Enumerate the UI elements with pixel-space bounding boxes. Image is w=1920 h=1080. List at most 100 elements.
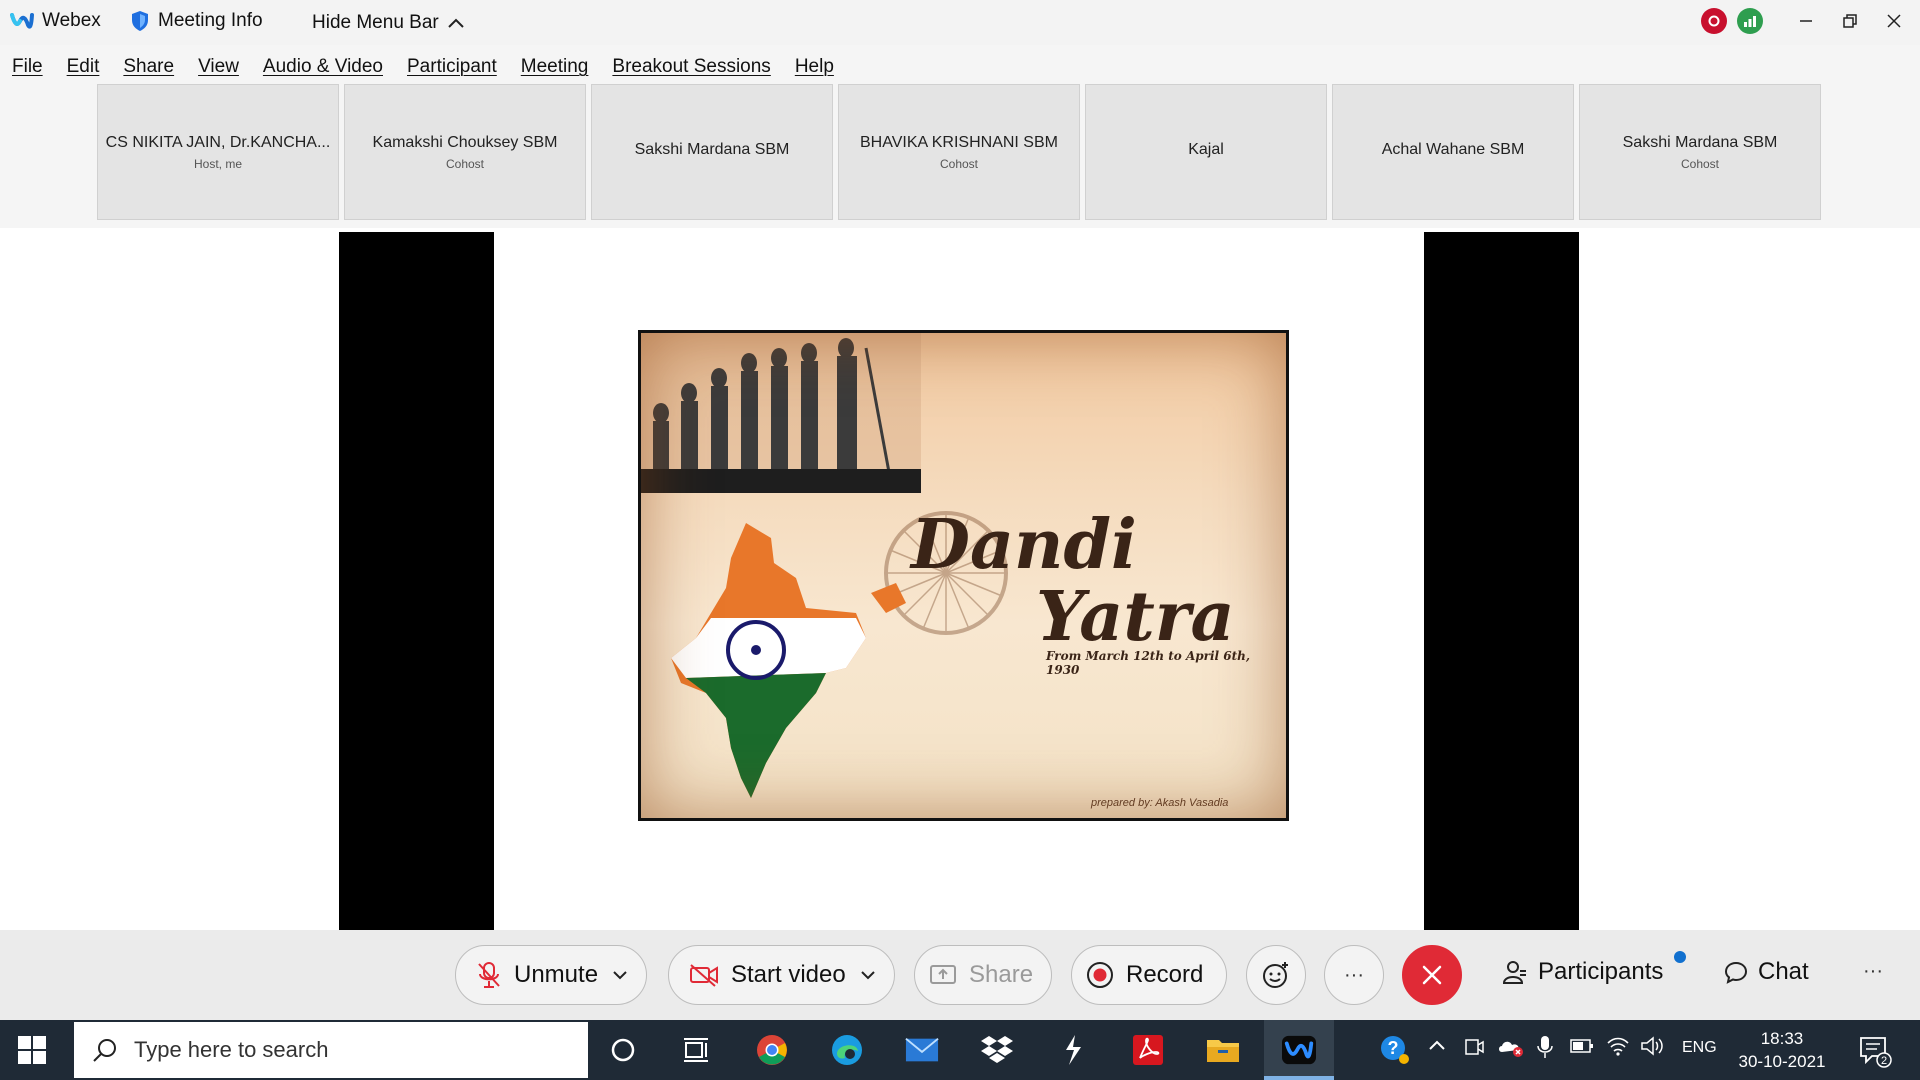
file-explorer-icon[interactable]: [1206, 1033, 1240, 1067]
windows-start-icon[interactable]: [18, 1036, 46, 1064]
minimize-icon: [1800, 20, 1812, 22]
participant-role: Cohost: [1680, 156, 1720, 171]
participant-name: Sakshi Mardana SBM: [634, 140, 790, 158]
chat-button[interactable]: Chat: [1724, 958, 1809, 986]
acrobat-reader-icon[interactable]: [1131, 1033, 1165, 1067]
more-options-button[interactable]: ···: [1324, 945, 1384, 1005]
share-label: Share: [969, 961, 1034, 988]
menu-edit[interactable]: Edit: [67, 56, 100, 78]
edge-browser-icon[interactable]: [830, 1033, 864, 1067]
unmute-button[interactable]: Unmute: [455, 945, 647, 1005]
participant-tile[interactable]: BHAVIKA KRISHNANI SBM Cohost: [838, 84, 1080, 220]
meeting-info-label: Meeting Info: [158, 10, 263, 31]
restore-button[interactable]: [1832, 6, 1868, 36]
leave-meeting-button[interactable]: [1402, 945, 1462, 1005]
menu-meeting[interactable]: Meeting: [521, 56, 589, 78]
input-language-indicator[interactable]: ENG: [1682, 1039, 1717, 1057]
task-view-icon[interactable]: [679, 1033, 713, 1067]
battery-icon[interactable]: [1570, 1038, 1594, 1059]
participants-notification-dot: [1674, 951, 1686, 963]
restore-icon: [1843, 14, 1857, 28]
participant-tile[interactable]: Achal Wahane SBM: [1332, 84, 1574, 220]
chat-bubble-icon: [1724, 961, 1748, 984]
record-label: Record: [1126, 961, 1204, 988]
onedrive-error-icon[interactable]: [1497, 1036, 1525, 1063]
content-stage: Dandi Yatra From March 12th to April 6th…: [0, 228, 1920, 930]
taskbar-search-input[interactable]: Type here to search: [74, 1022, 588, 1078]
hide-menu-bar-button[interactable]: Hide Menu Bar: [312, 12, 465, 34]
hide-menu-bar-label: Hide Menu Bar: [312, 12, 439, 33]
letterbox-right: [1424, 232, 1579, 930]
clock-time: 18:33: [1760, 1029, 1804, 1048]
webex-logo-icon: [10, 13, 34, 29]
meeting-info-button[interactable]: Meeting Info: [130, 10, 263, 32]
action-center-button[interactable]: 2: [1858, 1034, 1892, 1073]
menu-breakout-sessions[interactable]: Breakout Sessions: [612, 56, 770, 78]
start-video-button[interactable]: Start video: [668, 945, 895, 1005]
participant-role: Cohost: [939, 156, 979, 171]
meet-now-icon[interactable]: [1464, 1036, 1484, 1063]
record-button[interactable]: Record: [1071, 945, 1227, 1005]
recording-status-icon[interactable]: [1701, 8, 1727, 34]
menu-help[interactable]: Help: [795, 56, 834, 78]
start-video-label: Start video: [731, 961, 846, 988]
close-icon: [1422, 965, 1442, 985]
chat-label: Chat: [1758, 958, 1809, 985]
dropbox-icon[interactable]: [980, 1033, 1014, 1067]
participant-tile[interactable]: Sakshi Mardana SBM: [591, 84, 833, 220]
record-icon: [1087, 962, 1113, 988]
chevron-down-icon[interactable]: [612, 970, 628, 980]
shield-icon: [132, 11, 148, 31]
person-icon: [1502, 961, 1526, 984]
taskbar-clock[interactable]: 18:33 30-10-2021: [1732, 1027, 1832, 1073]
participant-role: Cohost: [445, 156, 485, 171]
participant-tile[interactable]: Sakshi Mardana SBM Cohost: [1579, 84, 1821, 220]
menu-share[interactable]: Share: [123, 56, 174, 78]
close-icon: [1887, 14, 1901, 28]
title-bar: Webex Meeting Info Hide Menu Bar: [0, 0, 1920, 45]
participants-button[interactable]: Participants: [1502, 958, 1663, 986]
minimize-button[interactable]: [1788, 6, 1824, 36]
video-off-icon: [690, 964, 718, 987]
wifi-icon[interactable]: [1606, 1035, 1630, 1062]
shared-screen: Dandi Yatra From March 12th to April 6th…: [339, 232, 1579, 930]
chrome-icon[interactable]: [755, 1033, 789, 1067]
overflow-menu-button[interactable]: ···: [1863, 960, 1883, 983]
volume-icon[interactable]: [1640, 1035, 1666, 1062]
active-app-indicator: [1264, 1076, 1334, 1080]
participant-tile[interactable]: Kamakshi Chouksey SBM Cohost: [344, 84, 586, 220]
menu-audio-video[interactable]: Audio & Video: [263, 56, 383, 78]
share-button[interactable]: Share: [914, 945, 1052, 1005]
search-placeholder: Type here to search: [134, 1037, 329, 1062]
participant-name: Kajal: [1188, 140, 1224, 158]
participant-tile[interactable]: Kajal: [1085, 84, 1327, 220]
participant-strip: CS NIKITA JAIN, Dr.KANCHA... Host, me Ka…: [97, 84, 1823, 220]
network-health-icon[interactable]: [1737, 8, 1763, 34]
chevron-up-icon: [448, 18, 464, 28]
menu-file[interactable]: File: [12, 56, 43, 78]
emoji-reaction-icon: [1263, 962, 1288, 988]
show-hidden-icons-chevron-up-icon[interactable]: [1428, 1038, 1446, 1057]
participant-role: Host, me: [193, 156, 242, 171]
svg-text:?: ?: [1388, 1038, 1399, 1058]
menu-view[interactable]: View: [198, 56, 239, 78]
chevron-down-icon[interactable]: [860, 970, 876, 980]
participant-name: BHAVIKA KRISHNANI SBM: [860, 133, 1058, 151]
microphone-muted-icon: [478, 962, 500, 988]
participant-name: CS NIKITA JAIN, Dr.KANCHA...: [105, 133, 331, 151]
participant-tile[interactable]: CS NIKITA JAIN, Dr.KANCHA... Host, me: [97, 84, 339, 220]
participants-label: Participants: [1538, 958, 1664, 985]
help-icon[interactable]: ?: [1378, 1033, 1412, 1067]
menu-participant[interactable]: Participant: [407, 56, 497, 78]
app-s-icon[interactable]: [1056, 1033, 1090, 1067]
webex-taskbar-icon[interactable]: [1282, 1033, 1316, 1067]
clock-date: 30-10-2021: [1738, 1052, 1826, 1071]
mail-icon[interactable]: [905, 1033, 939, 1067]
search-icon: [93, 1039, 116, 1062]
meeting-controls: Unmute Start video Share Record ··· Part…: [0, 930, 1920, 1020]
notification-count: 2: [1881, 1055, 1887, 1067]
reactions-button[interactable]: [1246, 945, 1306, 1005]
close-window-button[interactable]: [1876, 6, 1912, 36]
cortana-icon[interactable]: [606, 1033, 640, 1067]
microphone-in-use-icon[interactable]: [1537, 1034, 1553, 1065]
